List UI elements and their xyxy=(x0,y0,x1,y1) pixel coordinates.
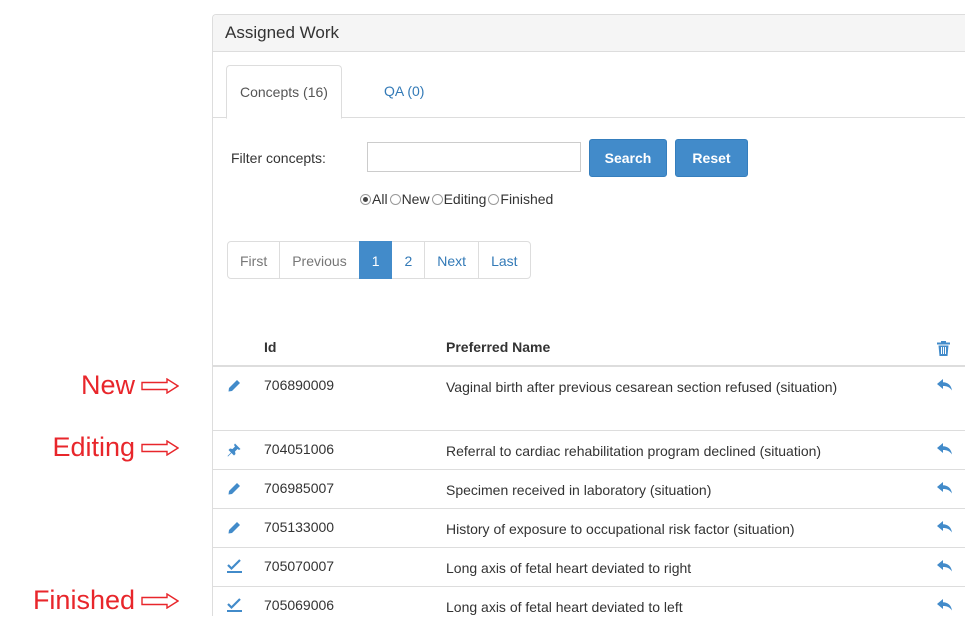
assigned-work-panel: Assigned Work Concepts (16) QA (0) Filte… xyxy=(212,14,965,616)
page-last[interactable]: Last xyxy=(478,241,531,279)
filter-input[interactable] xyxy=(367,142,581,172)
concept-id: 705070007 xyxy=(264,558,335,574)
check-underline-icon[interactable] xyxy=(227,598,242,612)
concept-name: Long axis of fetal heart deviated to lef… xyxy=(446,599,683,615)
pencil-icon[interactable] xyxy=(227,521,241,535)
trash-icon[interactable] xyxy=(937,341,950,356)
concept-id: 705069006 xyxy=(264,597,335,613)
radio-label: All xyxy=(372,191,388,207)
table-header: Id Preferred Name xyxy=(213,335,965,367)
pencil-icon[interactable] xyxy=(227,379,241,393)
outline-arrow-icon xyxy=(141,440,179,456)
radio-editing[interactable]: Editing xyxy=(431,191,489,207)
pencil-icon[interactable] xyxy=(227,482,241,496)
tab-qa[interactable]: QA (0) xyxy=(371,65,437,117)
share-back-icon[interactable] xyxy=(937,521,952,533)
radio-all[interactable]: All xyxy=(360,191,390,207)
check-underline-icon[interactable] xyxy=(227,559,242,573)
radio-label: New xyxy=(401,191,430,207)
concept-id: 704051006 xyxy=(264,441,335,457)
concept-id: 705133000 xyxy=(264,519,335,535)
radio-new[interactable]: New xyxy=(389,191,432,207)
table-row[interactable]: 706890009 Vaginal birth after previous c… xyxy=(213,367,965,431)
page-previous[interactable]: Previous xyxy=(279,241,360,279)
annotation-finished: Finished xyxy=(0,583,205,617)
tab-concepts[interactable]: Concepts (16) xyxy=(226,65,342,119)
concept-name: Vaginal birth after previous cesarean se… xyxy=(446,379,838,395)
page-next[interactable]: Next xyxy=(424,241,480,279)
radio-button[interactable] xyxy=(431,193,443,205)
share-back-icon[interactable] xyxy=(937,379,952,391)
table-row[interactable]: 706985007 Specimen received in laborator… xyxy=(213,470,965,509)
outline-arrow-icon xyxy=(141,593,179,609)
page-first[interactable]: First xyxy=(227,241,281,279)
annotation-label: New xyxy=(80,370,135,400)
annotation-new: New xyxy=(0,368,205,402)
share-back-icon[interactable] xyxy=(937,443,952,455)
tab-bar: Concepts (16) QA (0) xyxy=(213,65,965,119)
page-2[interactable]: 2 xyxy=(391,241,426,279)
radio-button[interactable] xyxy=(360,193,371,205)
radio-finished[interactable]: Finished xyxy=(488,191,555,207)
search-button[interactable]: Search xyxy=(589,139,667,177)
pushpin-icon[interactable] xyxy=(227,443,241,457)
concept-id: 706890009 xyxy=(264,377,335,393)
column-header-preferred-name: Preferred Name xyxy=(446,339,551,355)
concept-id: 706985007 xyxy=(264,480,335,496)
table-row[interactable]: 704051006 Referral to cardiac rehabilita… xyxy=(213,431,965,470)
concept-name: Referral to cardiac rehabilitation progr… xyxy=(446,443,822,459)
annotation-label: Editing xyxy=(52,432,135,462)
radio-label: Finished xyxy=(500,191,554,207)
column-header-id: Id xyxy=(264,339,277,355)
table-row[interactable]: 705070007 Long axis of fetal heart devia… xyxy=(213,548,965,587)
outline-arrow-icon xyxy=(141,378,179,394)
page-1[interactable]: 1 xyxy=(358,241,393,279)
radio-button[interactable] xyxy=(488,193,500,205)
share-back-icon[interactable] xyxy=(937,560,952,572)
pagination: First Previous 1 2 Next Last xyxy=(227,241,531,279)
panel-title: Assigned Work xyxy=(213,15,965,52)
radio-label: Editing xyxy=(443,191,487,207)
reset-button[interactable]: Reset xyxy=(675,139,748,177)
concept-name: History of exposure to occupational risk… xyxy=(446,521,795,537)
concepts-table: Id Preferred Name 706890009 Vaginal birt… xyxy=(213,335,965,625)
share-back-icon[interactable] xyxy=(937,599,952,611)
annotation-label: Finished xyxy=(32,585,135,615)
table-row[interactable]: 705133000 History of exposure to occupat… xyxy=(213,509,965,548)
share-back-icon[interactable] xyxy=(937,482,952,494)
annotation-editing: Editing xyxy=(0,430,205,464)
table-row[interactable]: 705069006 Long axis of fetal heart devia… xyxy=(213,587,965,625)
concept-name: Long axis of fetal heart deviated to rig… xyxy=(446,560,692,576)
status-filter-radios: All New Editing Finished xyxy=(360,191,555,207)
concept-name: Specimen received in laboratory (situati… xyxy=(446,482,712,498)
radio-button[interactable] xyxy=(389,193,401,205)
filter-label: Filter concepts: xyxy=(231,150,326,166)
